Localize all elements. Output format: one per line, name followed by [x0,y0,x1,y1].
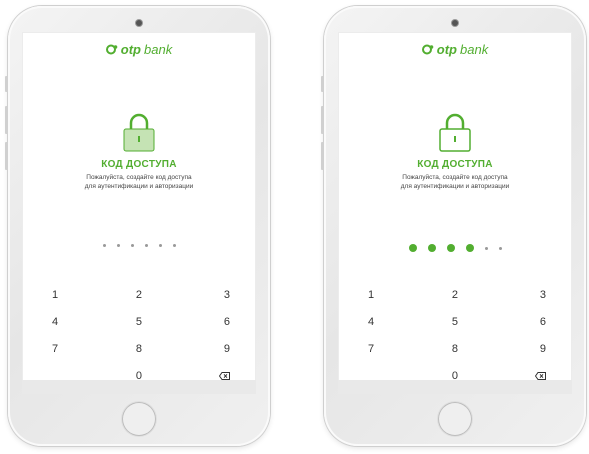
home-button[interactable] [438,402,472,436]
subtitle-line-1: Пожалуйста, создайте код доступа [86,174,192,181]
pin-dot-filled [446,244,455,252]
pin-dot-filled [427,244,436,252]
pin-dot-empty [144,244,148,247]
pin-dot-empty [484,246,488,250]
numeric-keypad: 1 2 3 4 5 6 7 8 9 0 [36,288,242,383]
front-camera [452,20,458,26]
key-6[interactable]: 6 [489,315,558,329]
pin-dot-empty [498,246,502,250]
pin-dot-empty [158,244,162,247]
key-9[interactable]: 9 [173,342,242,356]
page-title: КОД ДОСТУПА [417,159,493,170]
bottom-bar [22,380,256,394]
volume-up-button [321,106,324,134]
pin-indicator [22,244,256,247]
volume-down-button [5,142,8,170]
phone-left: otp bank КОД ДОСТУПА Пожалуйста, создайте… [5,6,270,446]
page-title: КОД ДОСТУПА [101,159,177,170]
screen-entering-pin: otp bank КОД ДОСТУПА Пожалуйста, создайте… [338,32,572,394]
otp-logo-icon [421,44,434,55]
pin-indicator [338,244,572,252]
key-8[interactable]: 8 [421,342,490,356]
app-logo: otp bank [22,42,256,57]
pin-dot-empty [116,244,120,247]
subtitle-line-2: для аутентификации и авторизации [400,183,510,190]
key-9[interactable]: 9 [489,342,558,356]
pin-dot-filled [465,244,474,252]
page-subtitle: Пожалуйста, создайте код доступа для аут… [32,173,246,191]
backspace-icon [218,372,230,381]
key-1[interactable]: 1 [36,288,105,302]
volume-up-button [5,106,8,134]
key-4[interactable]: 4 [352,315,421,329]
mute-switch [321,76,324,92]
key-7[interactable]: 7 [36,342,105,356]
key-3[interactable]: 3 [173,288,242,302]
brand-name-bold: otp [120,42,141,57]
key-2[interactable]: 2 [421,288,490,302]
numeric-keypad: 1 2 3 4 5 6 7 8 9 0 [352,288,558,383]
otp-logo-icon [105,44,118,55]
screen-create-pin: otp bank КОД ДОСТУПА Пожалуйста, создайте… [22,32,256,394]
subtitle-line-1: Пожалуйста, создайте код доступа [402,174,508,181]
key-6[interactable]: 6 [173,315,242,329]
key-5[interactable]: 5 [105,315,174,329]
home-button[interactable] [122,402,156,436]
lock-icon [439,113,471,152]
brand-name-light: bank [144,42,173,57]
key-4[interactable]: 4 [36,315,105,329]
key-5[interactable]: 5 [421,315,490,329]
volume-down-button [321,142,324,170]
pin-dot-filled [408,244,417,252]
key-1[interactable]: 1 [352,288,421,302]
key-8[interactable]: 8 [105,342,174,356]
key-3[interactable]: 3 [489,288,558,302]
key-2[interactable]: 2 [105,288,174,302]
app-logo: otp bank [338,42,572,57]
mute-switch [5,76,8,92]
brand-name-light: bank [460,42,489,57]
lock-icon [123,113,155,152]
bottom-bar [338,380,572,394]
brand-name-bold: otp [436,42,457,57]
pin-dot-empty [172,244,176,247]
page-subtitle: Пожалуйста, создайте код доступа для аут… [348,173,562,191]
phone-right: otp bank КОД ДОСТУПА Пожалуйста, создайте… [321,6,586,446]
pin-dot-empty [102,244,106,247]
pin-dot-empty [130,244,134,247]
subtitle-line-2: для аутентификации и авторизации [84,183,194,190]
backspace-icon [534,372,546,381]
key-7[interactable]: 7 [352,342,421,356]
front-camera [136,20,142,26]
